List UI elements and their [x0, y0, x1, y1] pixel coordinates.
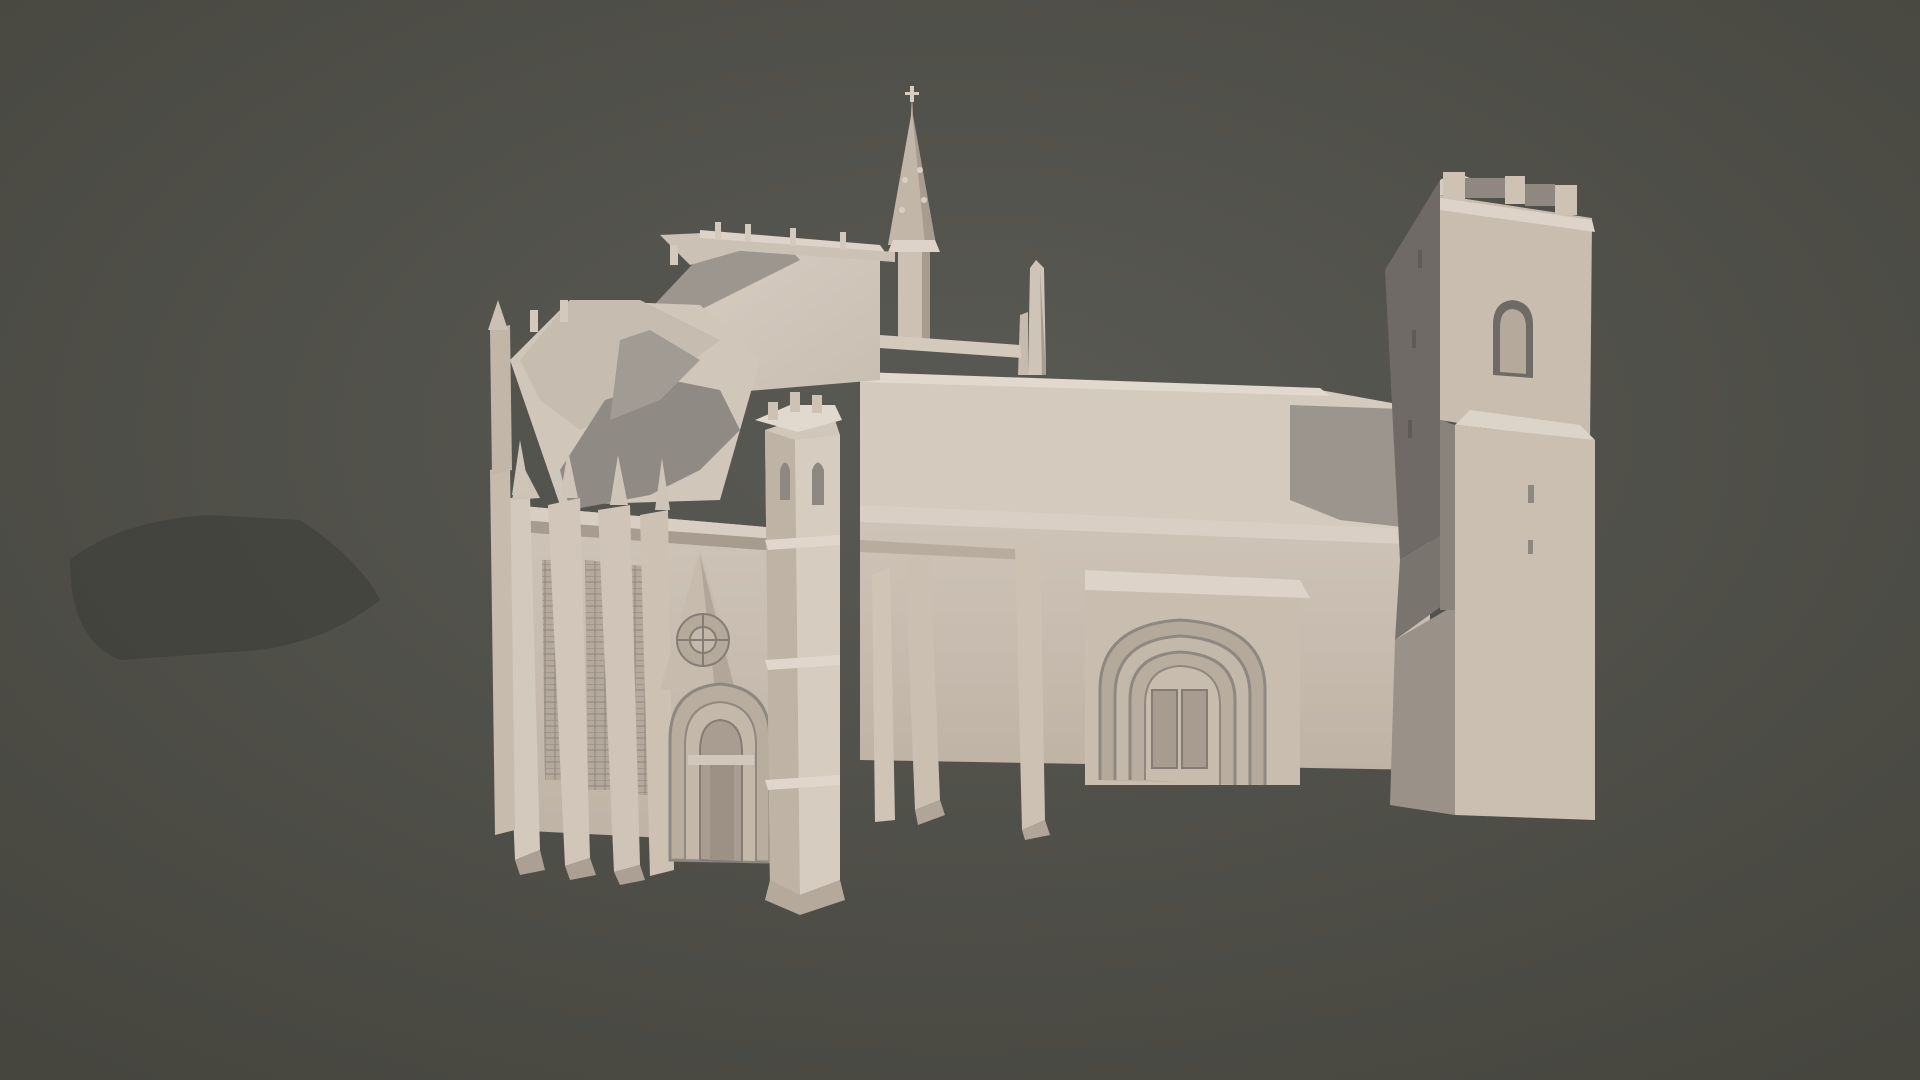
side-porch	[1085, 570, 1310, 785]
model-canvas[interactable]	[0, 0, 1920, 1080]
bell-tower	[1385, 172, 1595, 820]
3d-viewport[interactable]	[0, 0, 1920, 1080]
